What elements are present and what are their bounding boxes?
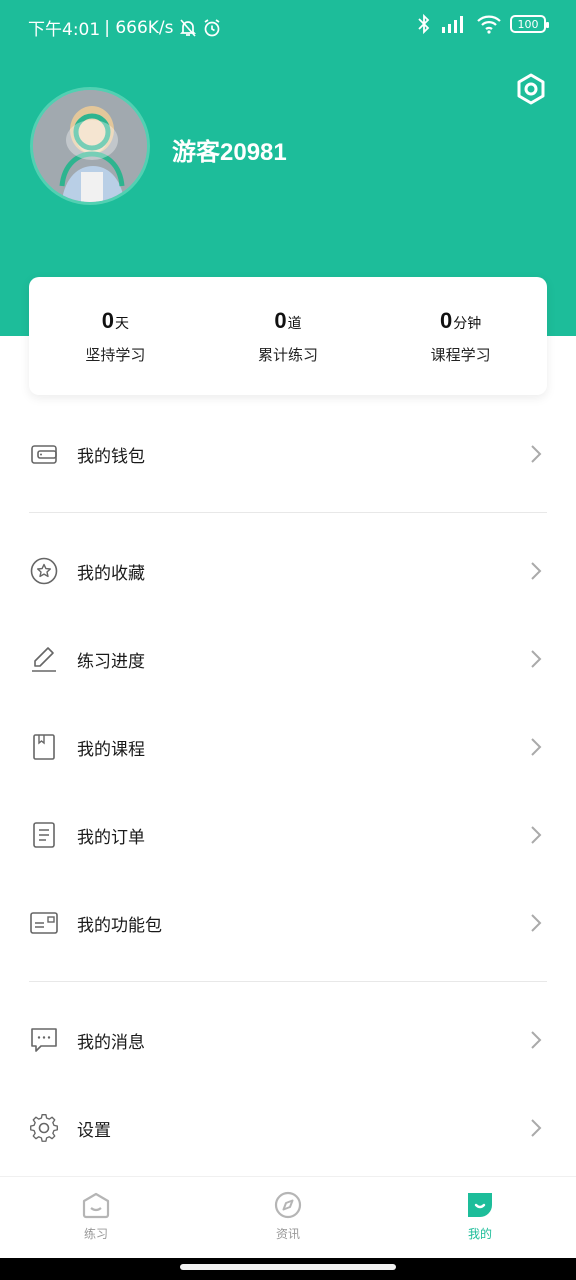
chevron-right-icon — [531, 650, 542, 668]
stat-label: 坚持学习 — [85, 346, 146, 364]
stat-value-row: 0 道 — [274, 308, 301, 334]
chevron-right-icon — [531, 445, 542, 463]
document-icon — [33, 822, 55, 848]
wallet-icon — [31, 445, 57, 464]
menu-label: 我的消息 — [77, 1032, 145, 1053]
nav-tab-practice[interactable]: 练习 — [0, 1177, 192, 1258]
nav-tab-news[interactable]: 资讯 — [192, 1177, 384, 1258]
star-icon — [30, 557, 58, 585]
stat-study-days: 0 天 坚持学习 — [29, 277, 202, 395]
status-net-speed: | 666K/s — [104, 17, 174, 38]
bluetooth-icon — [418, 13, 430, 35]
menu-item-courses[interactable]: 我的课程 — [0, 703, 576, 791]
menu-label: 我的功能包 — [77, 915, 162, 936]
settings-hex-icon[interactable] — [514, 72, 548, 106]
stat-unit: 分钟 — [453, 316, 482, 332]
stat-value-row: 0 天 — [102, 308, 129, 334]
chevron-right-icon — [531, 826, 542, 844]
stat-unit: 道 — [287, 316, 302, 332]
stat-course-minutes: 0 分钟 课程学习 — [374, 277, 547, 395]
battery-level: 100 — [517, 17, 539, 31]
menu-label: 我的订单 — [77, 827, 145, 848]
bottom-nav: 练习 资讯 我的 — [0, 1176, 576, 1258]
book-icon — [33, 734, 55, 760]
battery-indicator: 100 — [510, 15, 549, 33]
card-icon — [30, 912, 58, 934]
menu-item-progress[interactable]: 练习进度 — [0, 615, 576, 703]
gear-icon — [30, 1113, 58, 1142]
stat-value: 0 — [101, 308, 114, 333]
status-right: 100 — [416, 13, 549, 35]
nav-label: 我的 — [467, 1227, 492, 1241]
menu-item-settings[interactable]: 设置 — [0, 1084, 576, 1172]
menu-item-wallet[interactable]: 我的钱包 — [0, 410, 576, 498]
chevron-right-icon — [531, 914, 542, 932]
stat-label: 累计练习 — [258, 346, 319, 364]
menu-label: 练习进度 — [77, 651, 145, 672]
chevron-right-icon — [531, 562, 542, 580]
stat-unit: 天 — [114, 316, 129, 332]
menu-label: 我的钱包 — [77, 446, 145, 467]
stat-value-row: 0 分钟 — [440, 308, 481, 334]
menu-label: 我的收藏 — [77, 563, 145, 584]
wifi-icon — [477, 15, 501, 34]
pencil-icon — [32, 647, 56, 672]
menu-item-messages[interactable]: 我的消息 — [0, 996, 576, 1084]
divider — [29, 512, 547, 513]
stat-label: 课程学习 — [430, 346, 491, 364]
user-avatar-illustration-icon — [33, 90, 147, 202]
practice-icon — [82, 1192, 110, 1219]
bell-off-icon — [179, 18, 196, 37]
profile-icon — [468, 1193, 492, 1217]
nav-tab-profile[interactable]: 我的 — [384, 1177, 576, 1258]
stat-value: 0 — [274, 308, 287, 333]
profile-screen: 下午4:01 | 666K/s 100 游客20981 0 天 坚持学习 0 道… — [0, 0, 576, 1280]
menu-label: 我的课程 — [77, 739, 145, 760]
stats-card: 0 天 坚持学习 0 道 累计练习 0 分钟 课程学习 — [29, 277, 547, 395]
alarm-icon — [204, 18, 219, 36]
menu-label: 设置 — [77, 1120, 111, 1141]
signal-icon — [442, 16, 463, 33]
stat-practice-count: 0 道 累计练习 — [202, 277, 375, 395]
nav-label: 练习 — [83, 1227, 108, 1241]
status-bar: 下午4:01 | 666K/s 100 — [0, 0, 576, 54]
chevron-right-icon — [531, 1119, 542, 1137]
nav-label: 资讯 — [275, 1227, 300, 1241]
chevron-right-icon — [531, 738, 542, 756]
menu-item-favorites[interactable]: 我的收藏 — [0, 527, 576, 615]
status-time: 下午4:01 — [28, 20, 101, 40]
menu-item-orders[interactable]: 我的订单 — [0, 791, 576, 879]
stat-value: 0 — [440, 308, 453, 333]
chevron-right-icon — [531, 1031, 542, 1049]
status-left: 下午4:01 | 666K/s — [28, 15, 222, 40]
message-icon — [31, 1028, 57, 1052]
menu-item-packages[interactable]: 我的功能包 — [0, 879, 576, 967]
username: 游客20981 — [172, 139, 287, 166]
home-indicator[interactable] — [180, 1264, 396, 1270]
avatar[interactable] — [30, 87, 150, 205]
divider — [29, 981, 547, 982]
compass-icon — [274, 1191, 302, 1219]
